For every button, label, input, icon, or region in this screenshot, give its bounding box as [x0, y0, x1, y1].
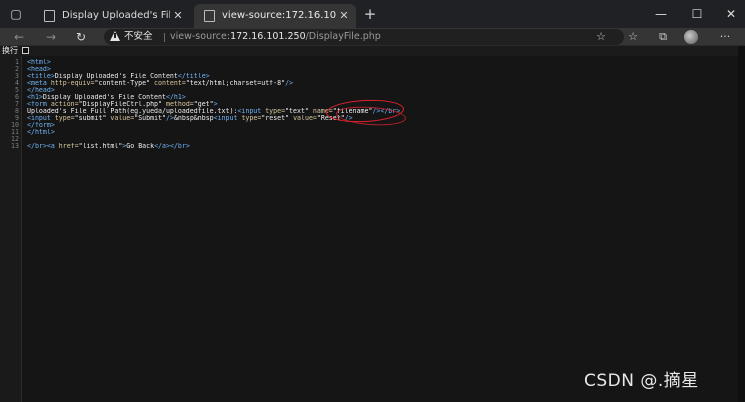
html-value: "submit"	[74, 115, 111, 122]
html-value: Display Uploaded's File Content	[42, 94, 166, 101]
url-host: 172.16.101.250	[230, 31, 306, 42]
html-tag: </br><a	[27, 143, 59, 150]
html-attribute: http-equiv=	[50, 80, 95, 87]
html-attribute: value=	[110, 115, 135, 122]
source-line: <head>	[27, 66, 739, 73]
scrollbar-strip[interactable]	[738, 46, 745, 402]
html-attribute: action=	[50, 101, 79, 108]
url-text: view-source:172.16.101.250/DisplayFile.p…	[170, 29, 381, 45]
html-attribute: type=	[241, 115, 262, 122]
html-value: "content-Type"	[94, 80, 155, 87]
html-attribute: method=	[165, 101, 194, 108]
html-tag: </html>	[27, 129, 55, 136]
maximize-icon[interactable]: ☐	[686, 4, 708, 24]
html-tag: </h1>	[165, 94, 186, 101]
warning-icon-mark	[114, 33, 116, 38]
html-attribute: content=	[154, 80, 186, 87]
tab-title: Display Uploaded's File Content	[62, 10, 170, 21]
html-attribute: type=	[265, 108, 286, 115]
html-tag: <head>	[27, 66, 51, 73]
html-value: "get"	[193, 101, 214, 108]
tab-view-source[interactable]: view-source:172.16.101.250/Disp ✕	[194, 4, 356, 28]
plus-icon[interactable]: +	[360, 4, 380, 24]
page-icon	[204, 10, 215, 22]
avatar[interactable]	[684, 30, 698, 44]
html-value: Go Back	[126, 143, 155, 150]
html-tag: </a></br>	[154, 143, 190, 150]
line-wrap-label: 换行	[2, 46, 18, 55]
html-tag: <form	[27, 101, 51, 108]
refresh-icon[interactable]: ↻	[70, 28, 92, 46]
source-line: </br><a href="list.html">Go Back</a></br…	[27, 143, 739, 150]
tab-display-file[interactable]: Display Uploaded's File Content ✕	[34, 4, 190, 28]
html-value: Display Uploaded's File Content	[54, 73, 178, 80]
html-tag: <input	[237, 108, 266, 115]
url-path: /DisplayFile.php	[305, 31, 381, 42]
html-value: "DisplayFileCtrl.php"	[78, 101, 166, 108]
html-value: "text"	[285, 108, 313, 115]
html-value: Uploaded's File Full Path(eg.yueda/uploa…	[27, 108, 238, 115]
html-tag: <input	[27, 115, 55, 122]
html-tag: <meta	[27, 80, 51, 87]
line-number: 13	[11, 142, 19, 150]
source-view: 1 <html> 2 <head> 3 <title>Display Uploaded's…	[0, 56, 745, 402]
close-icon[interactable]: ✕	[338, 4, 350, 28]
html-tag: </head>	[27, 87, 55, 94]
html-value: "list.html"	[78, 143, 123, 150]
forward-arrow-icon[interactable]: →	[40, 28, 62, 46]
html-tag: </form>	[27, 122, 55, 129]
source-line: </head>	[27, 87, 739, 94]
page-icon	[44, 10, 55, 22]
browser-window: ▢ Display Uploaded's File Content ✕ view…	[0, 0, 745, 402]
tab-actions-icon[interactable]: ▢	[8, 6, 24, 22]
tab-title: view-source:172.16.101.250/Disp	[222, 10, 336, 21]
tab-strip: ▢ Display Uploaded's File Content ✕ view…	[0, 0, 745, 28]
html-tag: >	[213, 101, 218, 108]
html-tag: </title>	[177, 73, 210, 80]
html-value: "reset"	[261, 115, 294, 122]
address-separator	[164, 33, 165, 42]
html-value: "Submit"	[134, 115, 166, 122]
html-tag: <h1>	[27, 94, 43, 101]
html-tag: <title>	[27, 73, 55, 80]
more-icon[interactable]: ···	[716, 28, 734, 46]
html-attribute: value=	[293, 115, 317, 122]
source-line: <html>	[27, 59, 739, 66]
watermark: CSDN @.摘星	[584, 371, 699, 391]
insecure-label: 不安全	[124, 31, 153, 42]
star-icon[interactable]: ☆	[592, 28, 610, 46]
collections-icon[interactable]: ☆	[624, 28, 642, 46]
extensions-icon[interactable]: ⧉	[654, 28, 672, 46]
line-wrap-bar: 换行	[0, 46, 745, 56]
html-value: "text/html;charset=utf-8"	[185, 80, 286, 87]
html-tag: <html>	[27, 59, 51, 66]
url-scheme: view-source:	[170, 31, 231, 42]
back-arrow-icon[interactable]: ←	[8, 28, 30, 46]
html-attribute: type=	[54, 115, 75, 122]
html-tag: <input	[213, 115, 242, 122]
html-attribute: href=	[58, 143, 79, 150]
toolbar: ← → ↻ 不安全 view-source:172.16.101.250/Dis…	[0, 28, 745, 46]
source-line: </html>	[27, 129, 739, 136]
line-wrap-checkbox[interactable]	[22, 47, 29, 54]
close-icon[interactable]: ✕	[172, 4, 184, 28]
source-line: <meta http-equiv="content-Type" content=…	[27, 80, 739, 87]
address-bar[interactable]: 不安全 view-source:172.16.101.250/DisplayFi…	[104, 29, 624, 45]
html-tag: />	[285, 80, 294, 87]
html-tag: />	[165, 115, 174, 122]
source-line: <title>Display Uploaded's File Content</…	[27, 73, 739, 80]
minimize-icon[interactable]: —	[650, 4, 672, 24]
html-value: &nbsp&nbsp	[173, 115, 214, 122]
window-close-icon[interactable]: ✕	[720, 4, 742, 24]
